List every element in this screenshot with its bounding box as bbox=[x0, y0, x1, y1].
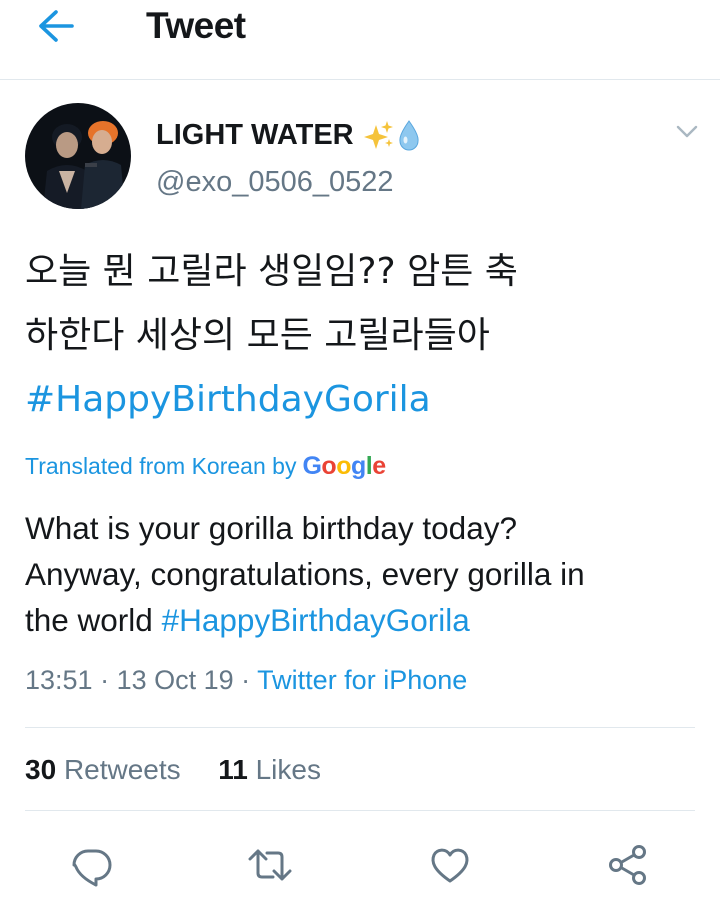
username-handle[interactable]: @exo_0506_0522 bbox=[156, 166, 393, 199]
reply-icon bbox=[72, 849, 112, 887]
arrow-left-icon bbox=[39, 10, 74, 42]
chevron-down-icon bbox=[676, 125, 698, 138]
tweet-text: 오늘 뭔 고릴라 생일임?? 암튼 축 하한다 세상의 모든 고릴라들아 #Ha… bbox=[25, 240, 705, 432]
heart-icon bbox=[431, 848, 469, 883]
top-bar: Tweet bbox=[0, 0, 720, 80]
translation-label: Translated from Korean by bbox=[25, 453, 297, 479]
separator: · bbox=[92, 665, 117, 695]
display-name: LIGHT WATER bbox=[156, 118, 354, 151]
retweet-icon bbox=[248, 849, 292, 881]
page-title: Tweet bbox=[146, 5, 246, 46]
google-logo: Google bbox=[302, 452, 386, 480]
likes-count: 11 bbox=[218, 754, 248, 785]
retweets-stat[interactable]: 30 Retweets bbox=[25, 754, 181, 785]
share-icon bbox=[609, 845, 646, 885]
back-button[interactable] bbox=[34, 8, 78, 44]
divider bbox=[25, 810, 695, 811]
hashtag-link[interactable]: #HappyBirthdayGorila bbox=[162, 602, 470, 638]
avatar[interactable] bbox=[25, 103, 131, 209]
tweet-source-link[interactable]: Twitter for iPhone bbox=[257, 665, 467, 695]
droplet-icon bbox=[399, 120, 419, 151]
translation-attribution[interactable]: Translated from Korean by Google bbox=[25, 452, 386, 481]
name-emoji-group bbox=[363, 119, 420, 151]
translated-text-line: What is your gorilla birthday today? bbox=[25, 510, 517, 546]
likes-stat[interactable]: 11 Likes bbox=[218, 754, 321, 785]
translated-text-line: the world #HappyBirthdayGorila bbox=[25, 597, 715, 643]
tweet-date: 13 Oct 19 bbox=[116, 665, 234, 695]
display-name-row[interactable]: LIGHT WATER bbox=[156, 115, 420, 155]
divider bbox=[25, 727, 695, 728]
tweet-time: 13:51 bbox=[25, 665, 93, 695]
retweet-button[interactable] bbox=[248, 843, 292, 887]
hashtag-link[interactable]: #HappyBirthdayGorila bbox=[25, 368, 705, 432]
translated-text-line: Anyway, congratulations, every gorilla i… bbox=[25, 556, 585, 592]
tweet-stats: 30 Retweets 11 Likes bbox=[25, 754, 321, 786]
separator: · bbox=[233, 665, 258, 695]
likes-label: Likes bbox=[255, 754, 321, 785]
share-button[interactable] bbox=[606, 843, 650, 887]
retweets-label: Retweets bbox=[63, 754, 181, 785]
like-button[interactable] bbox=[428, 843, 472, 887]
sparkles-icon bbox=[363, 121, 393, 149]
reply-button[interactable] bbox=[70, 843, 114, 887]
tweet-text-line: 하한다 세상의 모든 고릴라들아 bbox=[25, 315, 490, 356]
tweet-metadata: 13:51 · 13 Oct 19 · Twitter for iPhone bbox=[25, 665, 467, 696]
retweets-count: 30 bbox=[25, 754, 57, 785]
translated-text-fragment: the world bbox=[25, 602, 162, 638]
translated-text: What is your gorilla birthday today? Any… bbox=[25, 505, 715, 643]
tweet-menu-button[interactable] bbox=[672, 120, 702, 142]
tweet-text-line: 오늘 뭔 고릴라 생일임?? 암튼 축 bbox=[25, 251, 518, 292]
